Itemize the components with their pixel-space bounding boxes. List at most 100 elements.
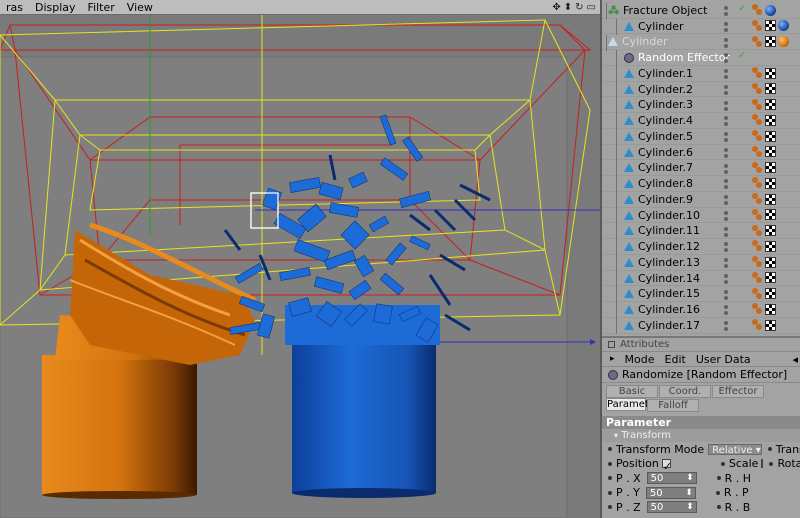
object-manager[interactable]: ⁂ Fracture Object ✓ Cylinder Cylinder Random … — [602, 0, 800, 336]
object-name[interactable]: Fracture Object — [623, 4, 708, 17]
texture-tag-icon[interactable] — [765, 130, 776, 142]
object-name[interactable]: Cylinder — [622, 35, 668, 48]
tab-effector[interactable]: Effector — [712, 385, 764, 398]
3d-viewport[interactable]: ras Display Filter View ✥ ⬍ ↻ ▭ — [0, 0, 600, 518]
enabled-check-icon[interactable]: ✓ — [738, 50, 746, 61]
phong-tag-icon[interactable] — [752, 130, 763, 142]
phong-tag-icon[interactable] — [752, 240, 763, 252]
object-name[interactable]: Cylinder.13 — [638, 256, 700, 269]
object-name[interactable]: Cylinder.4 — [638, 114, 693, 127]
object-row[interactable]: Cylinder.5 — [602, 129, 800, 145]
object-name[interactable]: Cylinder.16 — [638, 303, 700, 316]
object-row[interactable]: Cylinder.13 — [602, 255, 800, 271]
visibility-dots[interactable] — [724, 242, 738, 253]
transform-subsection-header[interactable]: ▾ Transform — [602, 429, 800, 442]
phong-tag-icon[interactable] — [752, 35, 763, 48]
collapse-square-icon[interactable] — [608, 341, 615, 348]
visibility-dots[interactable] — [724, 100, 738, 111]
phong-tag-icon[interactable] — [752, 67, 763, 79]
visibility-dots[interactable] — [724, 273, 738, 284]
param-dot[interactable] — [608, 505, 612, 510]
zoom-icon[interactable]: ⬍ — [564, 2, 572, 13]
scale-checkbox[interactable] — [761, 459, 764, 469]
visibility-dots[interactable] — [724, 258, 738, 268]
texture-tag-icon[interactable] — [765, 225, 776, 236]
param-dot[interactable] — [608, 447, 612, 452]
tab-parameter[interactable]: Parameter — [606, 398, 659, 411]
texture-tag-icon[interactable] — [765, 256, 776, 268]
object-name[interactable]: Cylinder.14 — [638, 272, 700, 285]
menu-edit[interactable]: Edit — [665, 353, 686, 366]
object-row[interactable]: Cylinder.4 — [602, 113, 800, 130]
visibility-dots[interactable] — [724, 163, 738, 174]
object-row[interactable]: Cylinder.9 — [602, 192, 800, 208]
viewport-menu-display[interactable]: Display — [29, 0, 82, 15]
p-y-input[interactable]: 50 — [645, 486, 696, 499]
object-name[interactable]: Cylinder.15 — [638, 287, 700, 300]
object-row[interactable]: Cylinder.14 — [602, 270, 800, 287]
visibility-dots[interactable] — [724, 53, 738, 64]
enabled-check-icon[interactable]: ✓ — [738, 3, 746, 14]
phong-tag-icon[interactable] — [752, 4, 763, 16]
object-row[interactable]: ⁂ Fracture Object ✓ — [602, 3, 800, 19]
object-name[interactable]: Cylinder.11 — [638, 224, 700, 237]
menu-mode[interactable]: Mode — [625, 353, 655, 366]
object-name[interactable]: Random Effector — [638, 51, 730, 64]
object-name[interactable]: Cylinder.5 — [638, 130, 693, 143]
texture-tag-icon[interactable] — [765, 162, 776, 173]
phong-tag-icon[interactable] — [752, 256, 763, 268]
visibility-dots[interactable] — [724, 195, 738, 205]
phong-tag-icon[interactable] — [752, 271, 763, 284]
viewport-menu-cameras[interactable]: ras — [0, 0, 29, 15]
viewport-menu-filter[interactable]: Filter — [82, 0, 121, 15]
visibility-dots[interactable] — [724, 289, 738, 300]
texture-tag-icon[interactable] — [765, 240, 776, 252]
visibility-dots[interactable] — [724, 210, 738, 221]
visibility-dots[interactable] — [724, 21, 738, 32]
position-checkbox[interactable]: ✓ — [661, 459, 672, 473]
visibility-dots[interactable] — [724, 132, 738, 142]
param-dot[interactable] — [769, 461, 774, 466]
object-row[interactable]: Cylinder.12 — [602, 239, 800, 256]
object-name[interactable]: Cylinder.7 — [638, 161, 693, 174]
texture-tag-icon[interactable] — [765, 303, 776, 315]
object-name[interactable]: Cylinder.8 — [638, 177, 693, 190]
visibility-dots[interactable] — [724, 305, 738, 316]
phong-tag-icon[interactable] — [752, 114, 763, 126]
visibility-dots[interactable] — [724, 84, 738, 95]
visibility-dots[interactable] — [724, 226, 738, 237]
material-tag-icon[interactable] — [765, 4, 776, 16]
object-name[interactable]: Cylinder.9 — [638, 193, 693, 206]
phong-tag-icon[interactable] — [752, 161, 763, 174]
object-row[interactable]: Cylinder.17 — [602, 318, 800, 334]
param-dot[interactable] — [767, 447, 772, 452]
object-name[interactable]: Cylinder.12 — [638, 240, 700, 253]
object-name[interactable]: Cylinder.10 — [638, 209, 700, 222]
object-row[interactable]: Cylinder — [602, 18, 800, 35]
p-z-input[interactable]: 50 — [646, 501, 697, 514]
param-dot[interactable] — [720, 461, 725, 466]
collapse-triangle-icon[interactable]: ▾ — [614, 431, 618, 440]
visibility-dots[interactable] — [724, 147, 738, 158]
tab-basic[interactable]: Basic — [606, 385, 658, 398]
param-dot[interactable] — [716, 476, 721, 481]
phong-tag-icon[interactable] — [752, 303, 763, 315]
visibility-dots[interactable] — [724, 321, 738, 331]
phong-tag-icon[interactable] — [752, 19, 763, 32]
texture-tag-icon[interactable] — [765, 177, 776, 189]
texture-tag-icon[interactable] — [765, 20, 776, 32]
visibility-dots[interactable] — [724, 116, 738, 127]
texture-tag-icon[interactable] — [765, 67, 776, 79]
texture-tag-icon[interactable] — [765, 146, 776, 158]
phong-tag-icon[interactable] — [752, 98, 763, 111]
object-name[interactable]: Cylinder.1 — [638, 67, 693, 80]
phong-tag-icon[interactable] — [752, 224, 763, 237]
texture-tag-icon[interactable] — [765, 319, 776, 331]
texture-tag-icon[interactable] — [765, 272, 776, 284]
texture-tag-icon[interactable] — [765, 209, 776, 221]
left-arrow-icon[interactable]: ◂ — [792, 353, 798, 366]
object-row[interactable]: Cylinder.10 — [602, 207, 800, 224]
menu-user-data[interactable]: User Data — [696, 353, 751, 366]
texture-tag-icon[interactable] — [765, 83, 776, 95]
tab-coord[interactable]: Coord. — [659, 385, 711, 398]
